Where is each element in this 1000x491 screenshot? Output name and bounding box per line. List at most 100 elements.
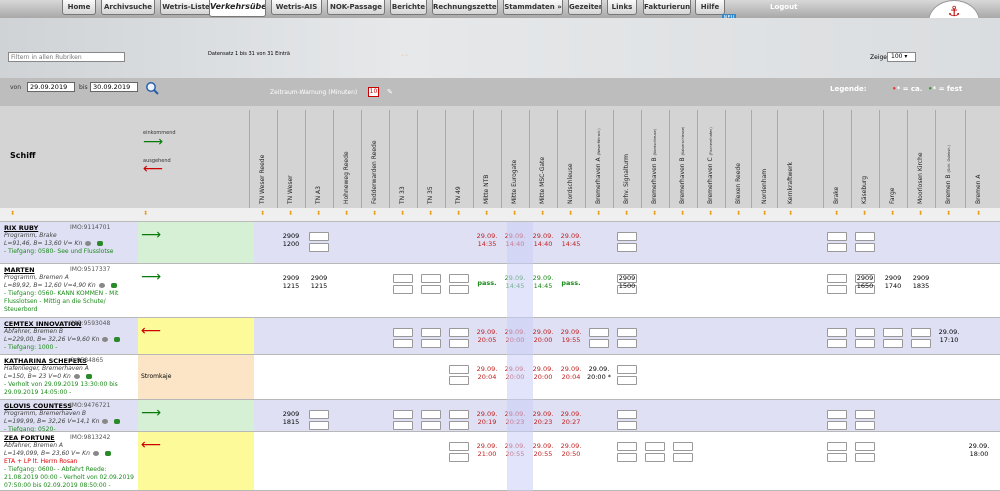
time-input[interactable] [421,421,441,430]
nav-tab[interactable]: Fakturierung [643,0,691,15]
eye-icon[interactable] [73,374,80,379]
folder-icon[interactable] [114,337,121,342]
nav-tab[interactable]: Hilfe [695,0,725,15]
time-input[interactable] [855,232,875,241]
sort-icon[interactable]: ⬍ [288,210,293,217]
column-header[interactable]: Bremerhaven C(Fischereihafen) [705,110,717,204]
column-header[interactable]: Kernkraftwerk [785,110,797,204]
time-input[interactable] [645,453,665,462]
time-input[interactable] [449,339,469,348]
eye-icon[interactable] [102,419,109,424]
ship-name-link[interactable]: GLOVIS COUNTESS [4,402,134,410]
ship-name-link[interactable]: RIX RUBY [4,224,134,232]
time-input[interactable] [855,421,875,430]
time-input[interactable] [393,328,413,337]
eye-icon[interactable] [98,283,105,288]
column-header[interactable]: TN 33 [397,110,409,204]
column-header[interactable]: TN A3 [313,110,325,204]
time-input[interactable] [617,442,637,451]
ship-name-link[interactable]: CEMTEX INNOVATION [4,320,134,328]
time-input[interactable] [673,442,693,451]
pager-icon[interactable]: ◦◦ [401,53,409,59]
time-input[interactable] [827,285,847,294]
to-date-input[interactable]: 30.09.2019 [90,82,138,92]
table-row[interactable]: ZEA FORTUNE IMO:9813242 Abfahrer, Bremen A… [0,432,1000,491]
nav-tab[interactable]: Wetris-Liste [160,0,212,15]
nav-tab[interactable]: Links [607,0,637,15]
time-input[interactable] [617,328,637,337]
column-header[interactable]: Fedderwarden Reede [369,110,381,204]
nav-tab[interactable]: Wetris-AIS [271,0,322,15]
time-input[interactable] [421,328,441,337]
time-input[interactable] [645,442,665,451]
time-input[interactable] [449,274,469,283]
ship-name-link[interactable]: KATHARINA SCHEPERS [4,357,134,365]
nav-tab[interactable]: Home [62,0,96,15]
time-input[interactable] [449,376,469,385]
sort-icon[interactable]: ⬍ [736,210,741,217]
sort-icon[interactable]: ⬍ [976,210,981,217]
nav-tab[interactable]: Berichte [390,0,427,15]
sort-icon[interactable]: ⬍ [400,210,405,217]
time-input[interactable] [617,232,637,241]
sort-icon[interactable]: ⬍ [568,210,573,217]
time-input[interactable] [309,410,329,419]
nav-tab[interactable]: Rechnungszettel [432,0,498,15]
time-input[interactable] [449,285,469,294]
sort-icon[interactable]: ⬍ [834,210,839,217]
sort-icon[interactable]: ⬍ [680,210,685,217]
folder-icon[interactable] [85,374,92,379]
time-input[interactable] [393,410,413,419]
column-header[interactable]: Käseburg [859,110,871,204]
time-input[interactable] [393,285,413,294]
sort-icon[interactable]: ⬍ [946,210,951,217]
column-header[interactable]: TN 35 [425,110,437,204]
sort-icon[interactable]: ⬍ [143,210,148,217]
table-row[interactable]: KATHARINA SCHEPERS O:9584865 Hafenlieger, … [0,355,1000,400]
sort-icon[interactable]: ⬍ [708,210,713,217]
time-input[interactable] [827,243,847,252]
time-input[interactable] [393,339,413,348]
time-input[interactable] [421,339,441,348]
folder-icon[interactable] [97,241,104,246]
folder-icon[interactable] [104,451,111,456]
eye-icon[interactable] [102,337,109,342]
column-header[interactable]: Blexen Reede [733,110,745,204]
time-input[interactable] [827,328,847,337]
time-input[interactable] [617,421,637,430]
nav-tab[interactable]: Gezeiten [568,0,602,15]
time-input[interactable] [911,328,931,337]
sort-icon[interactable]: ⬍ [344,210,349,217]
column-header[interactable]: Nordschleuse [565,110,577,204]
column-header[interactable]: Hohneweg Reede [341,110,353,204]
time-input[interactable] [421,285,441,294]
column-header[interactable]: Bremen A [973,110,985,205]
time-input[interactable] [855,453,875,462]
eye-icon[interactable] [85,241,92,246]
sort-icon[interactable]: ⬍ [484,210,489,217]
time-input[interactable] [421,274,441,283]
column-header[interactable]: Bremen B(Schl. Oslebsh.) [943,110,955,204]
folder-icon[interactable] [114,419,121,424]
column-header[interactable]: Nordenham [759,110,771,204]
column-header[interactable]: Bremerhaven A(Weserfähranl.) [593,110,605,204]
time-input[interactable] [883,339,903,348]
filter-input[interactable] [8,52,125,62]
time-input[interactable] [911,339,931,348]
sort-icon[interactable]: ⬍ [540,210,545,217]
sort-icon[interactable]: ⬍ [372,210,377,217]
time-input[interactable] [855,410,875,419]
logout-link[interactable]: Logout [770,3,797,11]
column-header[interactable]: Brake [831,110,843,204]
time-input[interactable] [617,376,637,385]
time-input[interactable] [855,339,875,348]
nav-tab[interactable]: Stammdaten » [503,0,563,15]
time-input[interactable] [827,410,847,419]
sort-icon[interactable]: ⬍ [456,210,461,217]
ship-name-link[interactable]: ZEA FORTUNE [4,434,134,442]
nav-tab[interactable]: Archivsuche [101,0,155,15]
from-date-input[interactable]: 29.09.2019 [27,82,75,92]
time-input[interactable] [855,328,875,337]
sort-icon[interactable]: ⬍ [862,210,867,217]
column-header[interactable]: Farge [887,110,899,204]
